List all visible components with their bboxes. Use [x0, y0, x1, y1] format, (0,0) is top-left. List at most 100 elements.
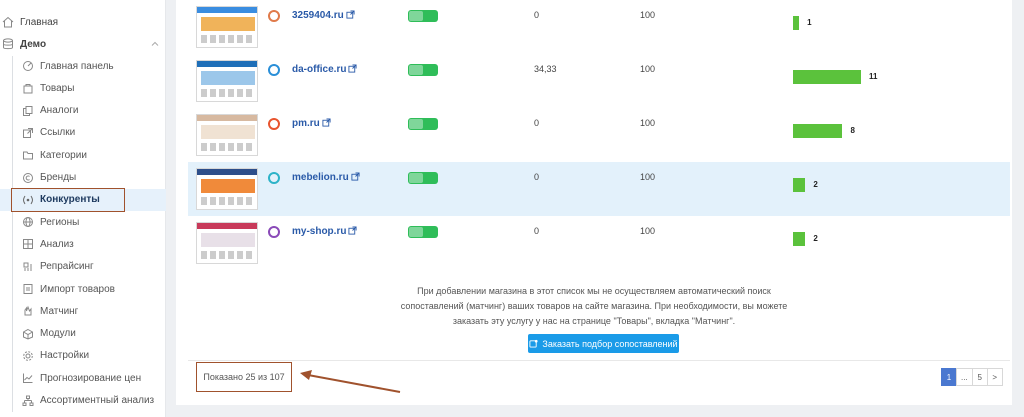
hand-icon: [24, 305, 32, 316]
sidebar-item-label: Репрайсинг: [40, 261, 94, 273]
chevron-up-icon[interactable]: [151, 40, 159, 48]
puzzle-icon: [529, 339, 538, 348]
count-label: 8: [850, 126, 855, 135]
sidebar-item-import[interactable]: Импорт товаров: [22, 279, 115, 299]
table-row[interactable]: 3259404.ru 0 100 1: [188, 0, 1010, 54]
sidebar-item-label: Ассортиментный анализ: [40, 395, 155, 406]
count-bar: [793, 232, 806, 246]
value-cell: 0: [534, 10, 540, 20]
site-thumbnail: [196, 6, 258, 48]
folder-icon: [23, 151, 33, 160]
sidebar-item-label: Матчинг: [40, 305, 79, 317]
enabled-toggle[interactable]: [408, 118, 438, 130]
sidebar-item-label: Бренды: [40, 172, 77, 183]
sidebar-item-box[interactable]: Модули: [22, 324, 76, 344]
site-thumbnail: [196, 114, 258, 156]
table-row[interactable]: my-shop.ru 0 100 2: [188, 216, 1010, 270]
sidebar-item-label: Товары: [40, 82, 75, 94]
sidebar-item-home[interactable]: Главная: [2, 12, 58, 32]
sidebar-item-label: Ссылки: [40, 127, 76, 139]
site-link[interactable]: 3259404.ru: [292, 10, 355, 21]
value-cell: 100: [640, 226, 656, 236]
globe-icon: [23, 217, 33, 228]
external-link-icon[interactable]: [348, 226, 358, 235]
sidebar: Главная Демо Главная панель Товары Аналоги…: [0, 0, 166, 417]
site-link[interactable]: pm.ru: [292, 118, 331, 129]
site-thumbnail: [196, 222, 258, 264]
tree-line: [12, 56, 13, 412]
count-label: 2: [813, 234, 818, 243]
external-link-icon[interactable]: [322, 118, 331, 127]
sidebar-item-label: Главная: [20, 16, 59, 28]
copyright-icon: [23, 172, 33, 183]
value-cell: 0: [534, 118, 540, 128]
sidebar-item-copy[interactable]: Аналоги: [22, 101, 79, 121]
sidebar-item-label: Категории: [40, 149, 87, 161]
sidebar-item-external-link[interactable]: Ссылки: [22, 123, 75, 143]
matching-note: При добавлении магазина в этот список мы…: [400, 286, 788, 326]
page-button[interactable]: 1: [941, 368, 957, 386]
sidebar-item-sitemap[interactable]: Ассортиментный анализ: [22, 391, 154, 411]
count-label: 1: [807, 18, 812, 27]
sidebar-item-folder[interactable]: Категории: [22, 145, 87, 165]
page-button[interactable]: 5: [971, 368, 988, 386]
annotation-box: [11, 188, 125, 212]
import-icon: [23, 284, 33, 294]
sidebar-item-label: Аналоги: [40, 105, 79, 117]
site-logo-icon: [268, 226, 280, 238]
tag-icon: [23, 262, 32, 271]
pagination: 1... 5 >: [941, 368, 1003, 386]
sidebar-section-demo[interactable]: Демо: [2, 34, 46, 54]
annotation-arrow-icon: [300, 370, 401, 393]
site-link[interactable]: mebelion.ru: [292, 172, 360, 183]
value-cell: 100: [640, 10, 656, 20]
sidebar-item-chart-line[interactable]: Прогнозирование цен: [22, 368, 141, 388]
page-button[interactable]: ...: [956, 368, 973, 386]
sidebar-item-copyright[interactable]: Бренды: [22, 168, 76, 188]
divider: [188, 360, 1010, 361]
count-bar: [793, 16, 800, 30]
sidebar-item-grid[interactable]: Анализ: [22, 234, 74, 254]
value-cell: 100: [640, 64, 656, 74]
page-button[interactable]: >: [986, 368, 1003, 386]
enabled-toggle[interactable]: [408, 64, 438, 76]
site-logo-icon: [268, 118, 280, 130]
table-row[interactable]: mebelion.ru 0 100 2: [188, 162, 1010, 216]
enabled-toggle[interactable]: [408, 10, 438, 22]
site-link[interactable]: my-shop.ru: [292, 226, 358, 237]
sidebar-item-globe[interactable]: Регионы: [22, 212, 79, 232]
sidebar-item-dashboard[interactable]: Главная панель: [22, 56, 114, 76]
sidebar-item-label: Импорт товаров: [40, 283, 115, 295]
grid-icon: [23, 239, 33, 250]
copy-icon: [23, 105, 33, 116]
value-cell: 0: [534, 172, 540, 182]
site-thumbnail: [196, 60, 258, 102]
sidebar-section-label: Демо: [20, 38, 47, 50]
sidebar-item-hand[interactable]: Матчинг: [22, 301, 78, 321]
value-cell: 100: [640, 172, 656, 182]
sitemap-icon: [22, 395, 34, 406]
value-cell: 34,33: [534, 64, 557, 74]
chart-line-icon: [23, 373, 33, 384]
sidebar-item-gear[interactable]: Настройки: [22, 346, 89, 366]
external-link-icon[interactable]: [351, 172, 360, 181]
count-label: 11: [869, 72, 878, 81]
shown-count: Показано 25 из 107: [196, 362, 292, 392]
gear-icon: [23, 351, 33, 361]
site-logo-icon: [268, 64, 280, 76]
count-label: 2: [813, 180, 818, 189]
sidebar-item-bag[interactable]: Товары: [22, 78, 74, 98]
external-link-icon[interactable]: [346, 10, 355, 19]
site-logo-icon: [268, 172, 280, 184]
enabled-toggle[interactable]: [408, 172, 438, 184]
table-row[interactable]: da-office.ru 34,33 100 11: [188, 54, 1010, 108]
order-matching-button[interactable]: Заказать подбор сопоставлений: [528, 334, 679, 353]
external-link-icon[interactable]: [348, 64, 358, 73]
table-row[interactable]: pm.ru 0 100 8: [188, 108, 1010, 162]
enabled-toggle[interactable]: [408, 226, 438, 238]
sidebar-item-label: Регионы: [40, 216, 80, 228]
site-thumbnail: [196, 168, 258, 210]
site-link[interactable]: da-office.ru: [292, 64, 358, 75]
sidebar-item-tag[interactable]: Репрайсинг: [22, 257, 94, 277]
external-link-icon: [23, 127, 33, 138]
